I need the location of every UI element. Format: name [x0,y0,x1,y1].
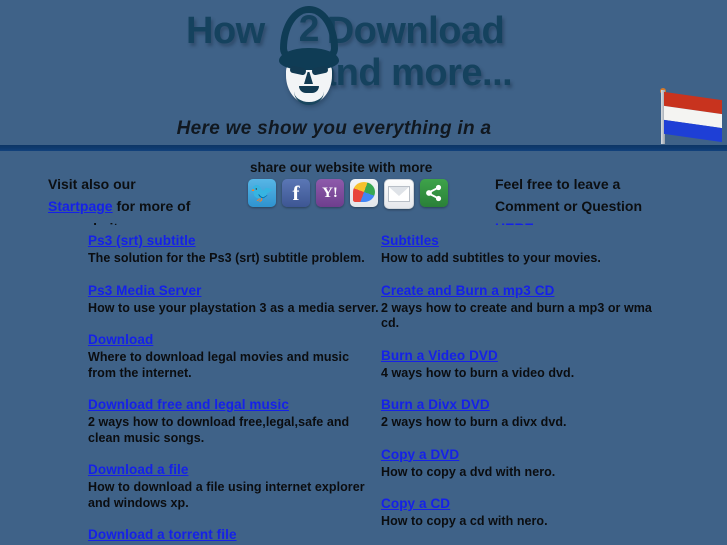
google-buzz-share-icon[interactable] [350,179,378,207]
desc-burn-a-video-dvd: 4 ways how to burn a video dvd. [381,365,575,380]
list-item: Download Where to download legal movies … [88,331,380,381]
list-item: Create and Burn a mp3 CD 2 ways how to c… [381,282,673,332]
link-download-a-file[interactable]: Download a file [88,461,189,478]
facebook-share-icon[interactable]: f [282,179,310,207]
desc-download: Where to download legal movies and music… [88,350,350,380]
list-item: Download a torrent file [88,526,380,544]
visit-after-link: for more of [112,198,191,214]
comment-here-link[interactable]: HERE [495,220,534,225]
list-item: Download a file How to download a file u… [88,461,380,511]
visit-line-three: our websites. [48,220,137,225]
logo-word-how: How [186,10,265,52]
link-download-a-torrent-file[interactable]: Download a torrent file [88,526,237,543]
logo-line-one: How Download [186,10,505,53]
desc-ps3-srt-subtitle: The solution for the Ps3 (srt) subtitle … [88,251,365,265]
site-tagline: Here we show you everything in a [176,118,492,139]
desc-download-a-file: How to download a file using internet ex… [88,480,365,510]
facebook-f-glyph: f [292,180,300,205]
yahoo-glyph: Y! [322,184,338,201]
desc-copy-a-dvd: How to copy a dvd with nero. [381,464,556,479]
list-item: Ps3 Media Server How to use your playsta… [88,282,380,317]
desc-create-and-burn-a-mp3-cd: 2 ways how to create and burn a mp3 or w… [381,300,652,331]
startpage-link[interactable]: Startpage [48,198,113,214]
share-icon-row: 🐦 f Y! [248,179,468,209]
masked-face-icon: 2 [278,6,340,105]
list-item: Copy a DVD How to copy a dvd with nero. [381,446,673,481]
link-ps3-srt-subtitle[interactable]: Ps3 (srt) subtitle [88,232,196,249]
desc-copy-a-cd: How to copy a cd with nero. [381,514,548,528]
desc-subtitles: How to add subtitles to your movies. [381,251,601,265]
flag-cloth [664,91,722,143]
twitter-bird-glyph: 🐦 [250,182,274,204]
header-divider [0,145,727,151]
list-item: Copy a CD How to copy a cd with nero. [381,495,673,530]
list-item: Subtitles How to add subtitles to your m… [381,232,673,267]
link-copy-a-dvd[interactable]: Copy a DVD [381,446,459,463]
site-logo[interactable]: How Download and more... 2 [186,4,536,108]
share-nodes-glyph [426,184,442,202]
link-ps3-media-server[interactable]: Ps3 Media Server [88,282,201,299]
link-burn-a-divx-dvd[interactable]: Burn a Divx DVD [381,396,490,413]
link-subtitles[interactable]: Subtitles [381,232,439,249]
visit-line-one: Visit also our [48,176,136,192]
page-root: How Download and more... 2 Here we show y… [0,0,727,545]
yahoo-share-icon[interactable]: Y! [316,179,344,207]
share-label: share our website with more [250,160,433,175]
desc-burn-a-divx-dvd: 2 ways how to burn a divx dvd. [381,415,567,429]
comment-block: Feel free to leave a Comment or Question… [495,173,710,225]
list-item: Ps3 (srt) subtitle The solution for the … [88,232,380,267]
desc-download-free-and-legal-music: 2 ways how to download free,legal,safe a… [88,415,350,445]
envelope-glyph [388,186,410,202]
email-share-icon[interactable] [384,179,414,209]
twitter-share-icon[interactable]: 🐦 [248,179,276,207]
right-link-column: Subtitles How to add subtitles to your m… [381,232,673,545]
visit-startpage-block: Visit also our Startpage for more of our… [48,173,236,225]
link-download-free-and-legal-music[interactable]: Download free and legal music [88,396,289,413]
logo-word-two: 2 [298,8,320,49]
mask-visor-shape [279,48,339,70]
list-item: Burn a Video DVD 4 ways how to burn a vi… [381,347,673,382]
buzz-bubble-glyph [353,182,375,202]
logo-word-download: Download [326,10,505,52]
list-item: Download free and legal music 2 ways how… [88,396,380,446]
more-share-icon[interactable] [420,179,448,207]
link-create-and-burn-a-mp3-cd[interactable]: Create and Burn a mp3 CD [381,282,554,299]
logo-word-and-more: and more... [315,52,513,94]
link-copy-a-cd[interactable]: Copy a CD [381,495,450,512]
site-header: How Download and more... 2 Here we show y… [0,0,727,146]
desc-ps3-media-server: How to use your playstation 3 as a media… [88,300,379,315]
share-block: share our website with more 🐦 f Y! [248,160,468,209]
content-area: Ps3 (srt) subtitle The solution for the … [0,232,727,545]
left-link-column: Ps3 (srt) subtitle The solution for the … [88,232,380,545]
netherlands-flag-icon [657,88,723,144]
link-download[interactable]: Download [88,331,153,348]
comment-line-one: Feel free to leave a [495,176,621,192]
promo-row: Visit also our Startpage for more of our… [0,151,727,225]
comment-line-two: Comment or Question [495,198,643,214]
list-item: Burn a Divx DVD 2 ways how to burn a div… [381,396,673,431]
link-burn-a-video-dvd[interactable]: Burn a Video DVD [381,347,498,364]
